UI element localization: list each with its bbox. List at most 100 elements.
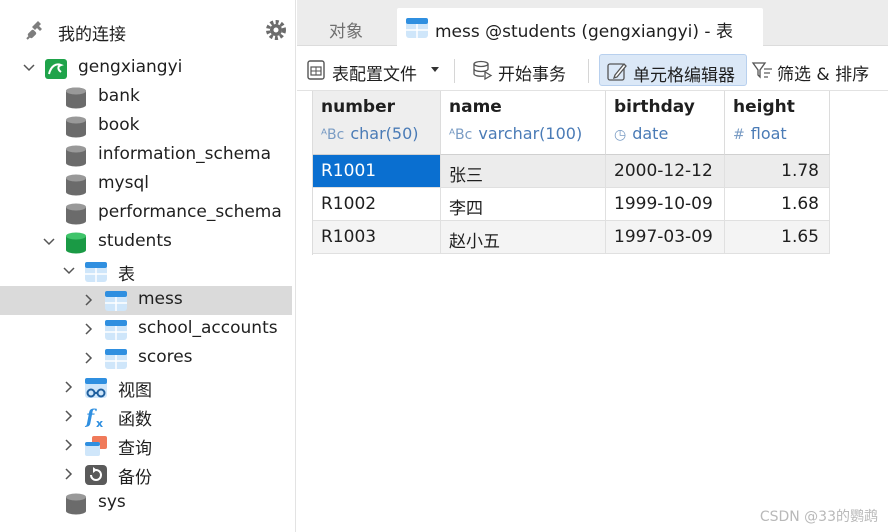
- table-toolbar: 表配置文件 开始事务 单元格编辑器 筛选 & 排序: [297, 47, 888, 91]
- tree-label: 视图: [118, 381, 152, 401]
- tree-label: mysql: [98, 173, 149, 193]
- filter-sort-button[interactable]: 筛选 & 排序: [747, 54, 888, 86]
- tree-label: students: [98, 231, 172, 251]
- tree-db-bank[interactable]: bank: [0, 83, 292, 112]
- table-icon: [105, 320, 127, 340]
- navigation-sidebar: 我的连接 gengxiangyi bank book information_s…: [0, 0, 296, 532]
- tree-label: school_accounts: [138, 318, 278, 338]
- tree-table-mess[interactable]: mess: [0, 286, 292, 315]
- text-type-icon: ᴬBc: [449, 127, 473, 143]
- chevron-down-icon[interactable]: [62, 264, 76, 278]
- toolbar-divider: [588, 59, 589, 83]
- column-header-name[interactable]: name ᴬBc varchar(100): [441, 91, 606, 155]
- column-name: birthday: [614, 97, 695, 117]
- table-group-icon: [85, 262, 107, 282]
- database-icon: [66, 116, 86, 138]
- cell-editor-icon: [607, 63, 627, 81]
- chevron-right-icon[interactable]: [62, 467, 76, 481]
- database-icon: [66, 174, 86, 196]
- column-header-height[interactable]: height # float: [725, 91, 830, 155]
- table-profile-button[interactable]: 表配置文件: [299, 54, 445, 86]
- cell-number[interactable]: R1002: [313, 188, 441, 221]
- database-open-icon: [66, 232, 86, 254]
- tree-table-scores[interactable]: scores: [0, 344, 292, 373]
- tree-group-tables[interactable]: 表: [0, 257, 292, 286]
- tree-label: 函数: [118, 410, 152, 430]
- tree-group-views[interactable]: 视图: [0, 373, 292, 402]
- tab-label: mess @students (gengxiangyi) - 表: [435, 22, 733, 42]
- tree-label: information_schema: [98, 144, 272, 164]
- column-header-number[interactable]: number ᴬBc char(50): [313, 91, 441, 155]
- tree-label: bank: [98, 86, 140, 106]
- clock-icon: ◷: [614, 127, 627, 143]
- function-icon: fx: [84, 406, 103, 429]
- tab-bar: 对象 mess @students (gengxiangyi) - 表: [297, 0, 888, 46]
- chevron-right-icon[interactable]: [82, 322, 96, 336]
- tree-group-queries[interactable]: 查询: [0, 431, 292, 460]
- plug-icon[interactable]: [24, 18, 48, 42]
- tree-db-book[interactable]: book: [0, 112, 292, 141]
- view-icon: [85, 378, 107, 398]
- cell-name[interactable]: 张三: [441, 155, 606, 188]
- table-profile-icon: [307, 60, 325, 80]
- cell-height[interactable]: 1.65: [725, 221, 830, 254]
- tree-db-students[interactable]: students: [0, 228, 292, 257]
- chevron-down-icon[interactable]: [42, 235, 56, 249]
- tree-db-information-schema[interactable]: information_schema: [0, 141, 292, 170]
- gear-icon[interactable]: [264, 18, 288, 42]
- tree-label: scores: [138, 347, 193, 367]
- row-selector-column: [297, 91, 313, 255]
- cell-birthday[interactable]: 2000-12-12: [606, 155, 725, 188]
- cell-birthday[interactable]: 1999-10-09: [606, 188, 725, 221]
- tree-label: book: [98, 115, 140, 135]
- begin-transaction-button[interactable]: 开始事务: [465, 54, 581, 86]
- column-type: ᴬBc char(50): [321, 124, 419, 143]
- database-icon: [66, 493, 86, 515]
- tree-label: mess: [138, 289, 183, 309]
- tree-label: performance_schema: [98, 202, 282, 222]
- cell-editor-button[interactable]: 单元格编辑器: [599, 54, 747, 86]
- dropdown-caret-icon[interactable]: [431, 67, 439, 72]
- column-type: ᴬBc varchar(100): [449, 124, 583, 143]
- database-icon: [66, 87, 86, 109]
- chevron-right-icon[interactable]: [82, 351, 96, 365]
- column-header-birthday[interactable]: birthday ◷ date: [606, 91, 725, 155]
- mysql-connection-icon: [45, 59, 67, 79]
- cell-number[interactable]: R1001: [313, 155, 441, 188]
- tree-label: 查询: [118, 439, 152, 459]
- cell-editor-label: 单元格编辑器: [633, 66, 735, 86]
- filter-sort-icon: [751, 62, 772, 79]
- chevron-right-icon[interactable]: [62, 438, 76, 452]
- tab-objects[interactable]: 对象: [297, 8, 397, 46]
- cell-birthday[interactable]: 1997-03-09: [606, 221, 725, 254]
- tree-db-sys[interactable]: sys: [0, 489, 292, 518]
- column-type: # float: [733, 124, 787, 143]
- tree-connection[interactable]: gengxiangyi: [0, 54, 292, 83]
- cell-height[interactable]: 1.68: [725, 188, 830, 221]
- chevron-right-icon[interactable]: [82, 293, 96, 307]
- tree-table-school-accounts[interactable]: school_accounts: [0, 315, 292, 344]
- tree-label: sys: [98, 492, 126, 512]
- tree-db-performance-schema[interactable]: performance_schema: [0, 199, 292, 228]
- chevron-right-icon[interactable]: [62, 409, 76, 423]
- tab-table-mess[interactable]: mess @students (gengxiangyi) - 表: [397, 8, 763, 46]
- filter-sort-label: 筛选 & 排序: [777, 65, 870, 85]
- table-icon: [105, 291, 127, 311]
- cell-name[interactable]: 赵小五: [441, 221, 606, 254]
- tree-label: 备份: [118, 468, 152, 488]
- column-type: ◷ date: [614, 124, 669, 143]
- watermark: CSDN @33的鹦鹉: [759, 509, 878, 525]
- database-icon: [66, 145, 86, 167]
- cell-name[interactable]: 李四: [441, 188, 606, 221]
- table-icon: [105, 349, 127, 369]
- tree-db-mysql[interactable]: mysql: [0, 170, 292, 199]
- svg-text:x: x: [96, 417, 103, 429]
- transaction-icon: [473, 60, 493, 81]
- tree-group-backups[interactable]: 备份: [0, 460, 292, 489]
- chevron-down-icon[interactable]: [22, 61, 36, 75]
- table-icon: [406, 18, 428, 38]
- cell-height[interactable]: 1.78: [725, 155, 830, 188]
- tree-group-functions[interactable]: fx 函数: [0, 402, 292, 431]
- chevron-right-icon[interactable]: [62, 380, 76, 394]
- cell-number[interactable]: R1003: [313, 221, 441, 254]
